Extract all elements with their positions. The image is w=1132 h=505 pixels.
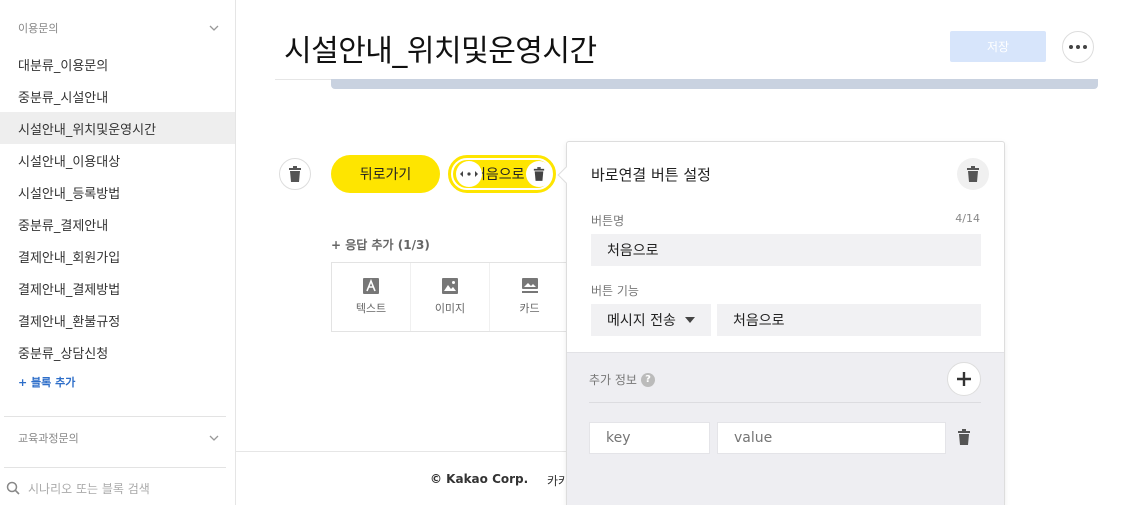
- sidebar-group-header[interactable]: 이용문의: [0, 12, 235, 44]
- delete-quick-replies-button[interactable]: [279, 158, 311, 190]
- sidebar-item[interactable]: 중분류_시설안내: [0, 80, 235, 112]
- sidebar-group-title: 이용문의: [18, 22, 59, 35]
- sidebar-divider: [4, 416, 226, 417]
- sidebar-item[interactable]: 중분류_상담신청: [0, 336, 235, 368]
- sidebar-item[interactable]: 결제안내_결제방법: [0, 272, 235, 304]
- delete-quick-reply-button[interactable]: [526, 161, 552, 187]
- page-title: 시설안내_위치및운영시간: [284, 34, 597, 69]
- panel-title: 바로연결 버튼 설정: [591, 166, 711, 184]
- sidebar-item-label: 결제안내_회원가입: [18, 250, 121, 266]
- image-icon: [442, 278, 458, 294]
- sidebar-item-active[interactable]: 시설안내_위치및운영시간: [0, 112, 235, 144]
- help-icon[interactable]: ?: [640, 372, 655, 387]
- sidebar-group-title: 교육과정문의: [18, 432, 79, 445]
- quick-reply-selected[interactable]: 처음으로: [448, 155, 556, 193]
- trash-icon: [967, 166, 979, 182]
- select-value: 메시지 전송: [607, 313, 676, 329]
- text-icon: [363, 278, 379, 294]
- caret-down-icon: [685, 317, 695, 323]
- add-card-response[interactable]: 카드: [490, 263, 569, 331]
- sidebar-item-label: 중분류_상담신청: [18, 346, 109, 362]
- sidebar-item[interactable]: 중분류_결제안내: [0, 208, 235, 240]
- button-settings-panel: 바로연결 버튼 설정 버튼명 4/14 처음으로 버튼 기능 메시지 전송 처음…: [557, 141, 1005, 505]
- message-input[interactable]: 처음으로: [717, 304, 981, 336]
- response-type-picker: 텍스트 이미지 카드: [331, 262, 571, 332]
- tool-label: 텍스트: [355, 302, 387, 315]
- trash-icon: [533, 167, 545, 181]
- add-text-response[interactable]: 텍스트: [332, 263, 411, 331]
- more-icon: [1068, 45, 1089, 49]
- char-counter: 4/14: [955, 212, 980, 225]
- plus-icon: [957, 372, 971, 386]
- chevron-down-icon: [209, 25, 219, 31]
- extra-info-section: 추가 정보 ?: [567, 352, 1004, 505]
- search-input[interactable]: 시나리오 또는 블록 검색: [0, 476, 235, 500]
- sidebar-item-label: 시설안내_이용대상: [18, 154, 121, 170]
- delete-button-setting[interactable]: [957, 158, 989, 190]
- sidebar: 이용문의 대분류_이용문의 중분류_시설안내 시설안내_위치및운영시간 시설안내…: [0, 0, 236, 505]
- sidebar-item[interactable]: 시설안내_이용대상: [0, 144, 235, 176]
- sidebar-item[interactable]: 결제안내_회원가입: [0, 240, 235, 272]
- search-icon: [6, 481, 20, 495]
- add-response-label: + 응답 추가 (1/3): [331, 238, 430, 252]
- drag-handle[interactable]: [456, 161, 482, 187]
- panel-pointer: [557, 166, 575, 184]
- sidebar-item-label: 중분류_시설안내: [18, 90, 109, 106]
- card-icon: [521, 278, 538, 293]
- add-image-response[interactable]: 이미지: [411, 263, 490, 331]
- button-name-input[interactable]: 처음으로: [591, 234, 981, 266]
- sidebar-item[interactable]: 결제안내_환불규정: [0, 304, 235, 336]
- sidebar-item-label: 결제안내_결제방법: [18, 282, 121, 298]
- footer-divider: [236, 451, 566, 452]
- quick-reply-back[interactable]: 뒤로가기: [331, 155, 440, 193]
- sidebar-item-label: 대분류_이용문의: [18, 58, 109, 74]
- button-function-label: 버튼 기능: [591, 284, 639, 298]
- quick-reply-label: 뒤로가기: [359, 167, 412, 183]
- sidebar-group-header[interactable]: 교육과정문의: [0, 422, 235, 454]
- content-strip: [331, 79, 1098, 89]
- sidebar-item-label: 중분류_결제안내: [18, 218, 109, 234]
- input-value: 처음으로: [733, 313, 785, 329]
- key-input[interactable]: [589, 422, 710, 454]
- save-button[interactable]: 저장: [950, 31, 1046, 62]
- sidebar-item-label: 결제안내_환불규정: [18, 314, 121, 330]
- footer-link[interactable]: 카카: [547, 472, 565, 489]
- move-arrows-icon: [460, 171, 478, 177]
- chevron-down-icon: [209, 435, 219, 441]
- trash-icon: [289, 166, 301, 182]
- sidebar-item[interactable]: 대분류_이용문의: [0, 48, 235, 80]
- input-value: 처음으로: [607, 243, 659, 259]
- sidebar-item-label: 시설안내_위치및운영시간: [18, 122, 157, 138]
- trash-icon[interactable]: [957, 429, 971, 445]
- sidebar-item-label: 시설안내_등록방법: [18, 186, 121, 202]
- add-block-link[interactable]: + 블록 추가: [18, 374, 75, 390]
- tool-label: 카드: [519, 302, 540, 315]
- sidebar-divider: [4, 467, 226, 468]
- tool-label: 이미지: [434, 302, 466, 315]
- button-name-label: 버튼명: [591, 214, 625, 228]
- button-function-select[interactable]: 메시지 전송: [591, 304, 711, 336]
- extra-info-divider: [589, 402, 981, 403]
- add-extra-info-button[interactable]: [947, 362, 981, 396]
- extra-info-text: 추가 정보: [589, 373, 637, 387]
- search-placeholder: 시나리오 또는 블록 검색: [28, 481, 150, 496]
- extra-info-label: 추가 정보 ?: [589, 371, 655, 388]
- sidebar-item[interactable]: 시설안내_등록방법: [0, 176, 235, 208]
- more-options-button[interactable]: [1062, 31, 1094, 63]
- value-input[interactable]: [717, 422, 946, 454]
- footer-copyright: © Kakao Corp.: [430, 472, 529, 486]
